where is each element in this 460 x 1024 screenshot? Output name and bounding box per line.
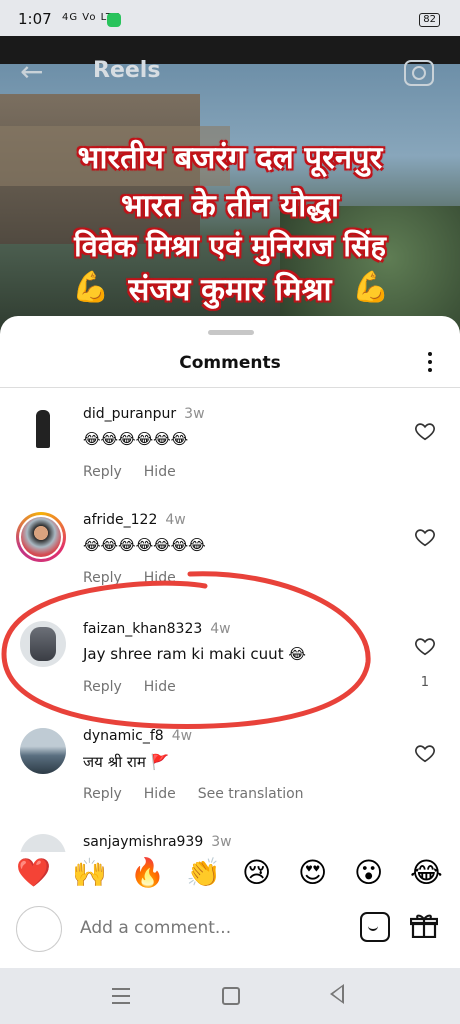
like-count: 1 [420, 675, 429, 690]
flexed-bicep-icon: 💪 [72, 270, 110, 305]
comment-username[interactable]: dynamic_f8 [83, 728, 164, 744]
comment-username[interactable]: afride_122 [83, 512, 157, 528]
see-translation-button[interactable]: See translation [198, 786, 304, 802]
emoji-raised-hands[interactable]: 🙌 [72, 856, 107, 890]
comment-meta: afride_122 4w [83, 512, 186, 528]
comment-item: faizan_khan8323 4w Jay shree ram ki maki … [0, 621, 460, 721]
avatar[interactable] [16, 512, 66, 562]
hide-button[interactable]: Hide [144, 786, 176, 802]
caption-line-1: भारतीय बजरंग दल पूरनपुर [77, 140, 383, 176]
comment-actions: Reply Hide [83, 464, 198, 480]
whatsapp-icon [107, 13, 121, 27]
like-heart-icon[interactable] [414, 420, 436, 442]
emoji-crying[interactable]: 😢 [242, 856, 271, 890]
emoji-surprised[interactable]: 😮 [354, 856, 383, 890]
home-icon[interactable] [222, 987, 240, 1005]
comment-time: 3w [184, 406, 205, 422]
my-avatar [16, 906, 62, 952]
gift-icon[interactable] [410, 914, 438, 938]
nav-back-icon[interactable] [330, 984, 344, 1004]
system-nav-bar [0, 968, 460, 1024]
battery-icon: 82 [419, 13, 440, 27]
comment-item: dynamic_f8 4w जय श्री राम 🚩 Reply Hide See … [0, 728, 460, 828]
comment-text: Jay shree ram ki maki cuut 😂 [83, 645, 306, 663]
emoji-heart-eyes[interactable]: 😍 [298, 856, 327, 890]
status-bar: 1:07 4G Vo LTE 82 [0, 0, 460, 36]
emoji-laughing[interactable]: 😂 [410, 856, 443, 890]
like-heart-icon[interactable] [414, 635, 436, 657]
comment-actions: Reply Hide [83, 679, 198, 695]
comment-meta: did_puranpur 3w [83, 406, 205, 422]
avatar[interactable] [20, 406, 66, 452]
comment-text: जय श्री राम 🚩 [83, 753, 170, 771]
divider [0, 387, 460, 388]
comment-text: 😂😂😂😂😂😂 [83, 430, 189, 448]
comment-time: 4w [171, 728, 193, 744]
comment-item: afride_122 4w 😂😂😂😂😂😂😂 Reply Hide [0, 512, 460, 612]
caption-line-4: संजय कुमार मिश्रा [128, 272, 332, 308]
hide-button[interactable]: Hide [144, 464, 176, 480]
avatar[interactable] [20, 621, 66, 667]
caption-line-2: भारत के तीन योद्धा [120, 188, 340, 224]
reply-button[interactable]: Reply [83, 570, 122, 586]
emoji-clap[interactable]: 👏 [186, 856, 221, 890]
top-nav: ← Reels [0, 36, 460, 106]
reply-button[interactable]: Reply [83, 464, 122, 480]
reply-button[interactable]: Reply [83, 786, 122, 802]
camera-icon[interactable] [404, 60, 434, 86]
comment-username[interactable]: did_puranpur [83, 406, 176, 422]
recents-icon[interactable] [112, 988, 130, 1009]
comment-text: 😂😂😂😂😂😂😂 [83, 536, 206, 554]
comment-input-row: Add a comment... [0, 898, 460, 960]
like-heart-icon[interactable] [414, 526, 436, 548]
sticker-icon[interactable] [360, 912, 390, 942]
page-title: Reels [93, 58, 161, 83]
like-heart-icon[interactable] [414, 742, 436, 764]
comment-time: 4w [210, 621, 231, 637]
comment-meta: faizan_khan8323 4w [83, 621, 231, 637]
avatar-figure [30, 627, 56, 661]
caption-line-3: विवेक मिश्रा एवं मुनिराज सिंह [74, 229, 386, 263]
comment-time: 4w [165, 512, 186, 528]
emoji-bar: ❤️ 🙌 🔥 👏 😢 😍 😮 😂 [0, 844, 460, 904]
avatar[interactable] [20, 728, 66, 774]
emoji-heart[interactable]: ❤️ [16, 856, 51, 890]
comment-actions: Reply Hide [83, 570, 198, 586]
reply-button[interactable]: Reply [83, 679, 122, 695]
avatar-figure [36, 410, 50, 448]
status-time: 1:07 [18, 10, 52, 28]
sheet-title: Comments [179, 353, 281, 373]
comment-input[interactable]: Add a comment... [80, 918, 231, 938]
hide-button[interactable]: Hide [144, 679, 176, 695]
more-options-icon[interactable] [428, 352, 432, 376]
emoji-fire[interactable]: 🔥 [130, 856, 165, 890]
comments-sheet: Comments did_puranpur 3w 😂😂😂😂😂😂 Reply Hide… [0, 316, 460, 968]
comment-meta: dynamic_f8 4w [83, 728, 192, 744]
back-arrow-icon[interactable]: ← [20, 58, 43, 86]
comment-username[interactable]: faizan_khan8323 [83, 621, 202, 637]
hide-button[interactable]: Hide [144, 570, 176, 586]
flexed-bicep-icon: 💪 [352, 270, 390, 305]
comment-item: did_puranpur 3w 😂😂😂😂😂😂 Reply Hide [0, 406, 460, 506]
comment-actions: Reply Hide See translation [83, 786, 326, 802]
avatar-figure [20, 728, 66, 774]
drag-handle[interactable] [208, 330, 254, 335]
